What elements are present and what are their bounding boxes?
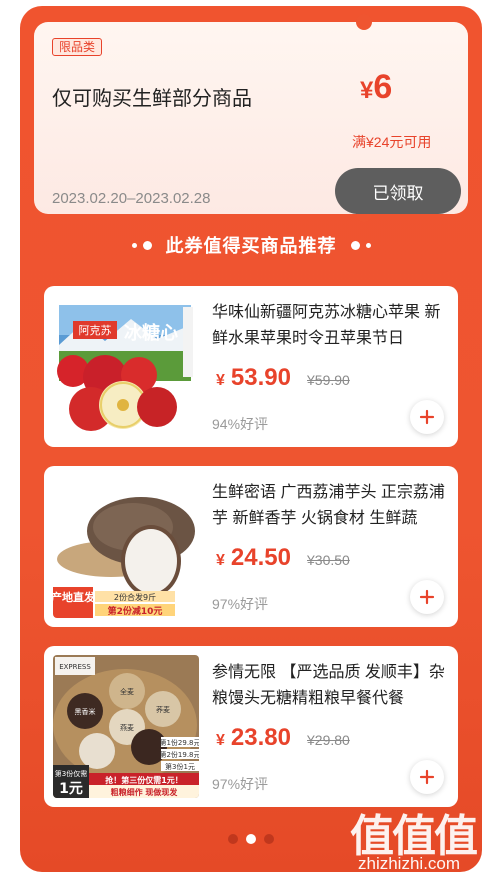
image-bun-label: 黑香米 — [75, 707, 96, 716]
rating-text: 94%好评 — [212, 416, 269, 432]
product-name[interactable]: 华味仙新疆阿克苏冰糖心苹果 新鲜水果苹果时令丑苹果节日 — [212, 300, 452, 352]
coupon-card: 限品类 仅可购买生鲜部分商品 ¥6 满¥24元可用 2023.02.20–202… — [34, 14, 468, 222]
product-image-apple[interactable]: 阿克苏 冰糖心 — [53, 295, 199, 438]
image-slogan2-text: 粗粮细作 现做现发 — [111, 787, 179, 797]
header-dots-right — [350, 240, 371, 250]
product-card[interactable]: 产地直发 2份合发9斤 第2份减10元 生鲜密语 广西荔浦芋头 正宗荔浦芋 新鲜… — [44, 466, 458, 627]
plus-icon — [419, 409, 435, 425]
recommend-header: 此券值得买商品推荐 — [20, 230, 482, 260]
rating-text: 97%好评 — [212, 596, 269, 612]
image-express-text: EXPRESS — [59, 663, 91, 671]
site-watermark: 值值值 zhizhizhi.com — [350, 800, 490, 873]
image-promo2-text: 第2份减10元 — [108, 605, 163, 617]
plus-icon — [419, 769, 435, 785]
product-price: ¥23.80 — [216, 724, 291, 752]
header-dots-left — [131, 240, 152, 250]
image-tier-text: 第2份19.8元 — [159, 750, 199, 759]
coupon-title: 仅可购买生鲜部分商品 — [52, 88, 252, 110]
original-price: ¥30.50 — [307, 552, 350, 568]
recommend-title: 此券值得买商品推荐 — [165, 236, 337, 256]
price-value: 53.90 — [230, 364, 291, 391]
page-dot-3[interactable] — [264, 834, 274, 844]
coupon-currency: ¥ — [360, 77, 374, 104]
add-to-cart-button[interactable] — [410, 580, 444, 614]
price-value: 23.80 — [230, 724, 291, 751]
image-offer-small-text: 第3份仅需 — [55, 769, 87, 778]
plus-icon — [419, 589, 435, 605]
product-card[interactable]: EXPRESS 黑香米 全麦 燕麦 荞麦 第1份29.8元 第2份19.8元 第… — [44, 646, 458, 807]
page-dot-1[interactable] — [228, 834, 238, 844]
price-currency: ¥ — [216, 372, 225, 389]
coupon-amount: ¥6 — [360, 68, 392, 107]
rating-text: 97%好评 — [212, 776, 269, 792]
product-price: ¥53.90 — [216, 364, 291, 392]
coupon-validity-dates: 2023.02.20–2023.02.28 — [52, 190, 211, 207]
image-promo1-text: 2份合发9斤 — [114, 592, 156, 602]
image-tier-text: 第1份29.8元 — [159, 738, 199, 747]
product-image-taro[interactable]: 产地直发 2份合发9斤 第2份减10元 — [53, 475, 199, 618]
product-card[interactable]: 阿克苏 冰糖心 华味仙新疆阿克苏冰糖心苹果 新鲜水果苹果时令丑苹果节日 ¥53.… — [44, 286, 458, 447]
page-dot-2[interactable] — [246, 834, 256, 844]
image-bun-label: 荞麦 — [156, 705, 170, 714]
product-image-buns[interactable]: EXPRESS 黑香米 全麦 燕麦 荞麦 第1份29.8元 第2份19.8元 第… — [53, 655, 199, 798]
add-to-cart-button[interactable] — [410, 760, 444, 794]
image-bun-label: 燕麦 — [120, 723, 134, 732]
coupon-notch-top — [356, 14, 372, 30]
add-to-cart-button[interactable] — [410, 400, 444, 434]
category-limit-tag: 限品类 — [52, 38, 103, 56]
watermark-text: zhizhizhi.com — [358, 854, 461, 873]
image-offer-big-text: 1元 — [59, 781, 83, 797]
image-tier-text: 第3份1元 — [165, 762, 195, 771]
price-currency: ¥ — [216, 552, 225, 569]
original-price: ¥29.80 — [307, 732, 350, 748]
product-price: ¥24.50 — [216, 544, 291, 572]
image-slogan1-text: 抢！第三份仅需1元！ — [105, 775, 183, 785]
product-name[interactable]: 生鲜密语 广西荔浦芋头 正宗荔浦芋 新鲜香芋 火锅食材 生鲜蔬 — [212, 480, 452, 532]
price-currency: ¥ — [216, 732, 225, 749]
coupon-amount-value: 6 — [373, 68, 393, 106]
image-brand-text: 阿克苏 — [79, 324, 112, 337]
price-value: 24.50 — [230, 544, 291, 571]
image-title-text: 冰糖心 — [124, 322, 178, 344]
coupon-condition: 满¥24元可用 — [352, 134, 432, 150]
image-badge-text: 产地直发 — [53, 590, 96, 604]
product-name[interactable]: 参情无限 【严选品质 发顺丰】杂粮馒头无糖精粗粮早餐代餐 — [212, 660, 452, 712]
coupon-panel: 限品类 仅可购买生鲜部分商品 ¥6 满¥24元可用 2023.02.20–202… — [20, 6, 482, 872]
image-bun-label: 全麦 — [120, 687, 134, 696]
original-price: ¥59.90 — [307, 372, 350, 388]
claimed-button[interactable]: 已领取 — [335, 168, 461, 214]
